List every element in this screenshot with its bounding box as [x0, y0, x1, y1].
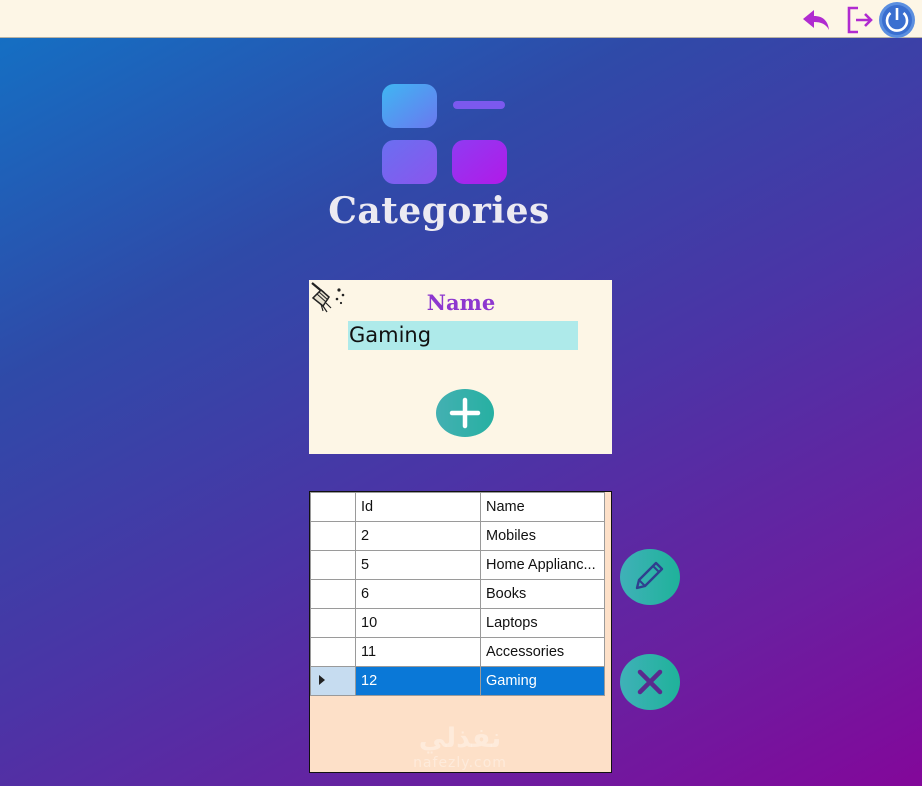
cell-id[interactable]: 12 — [355, 666, 481, 696]
row-header[interactable] — [310, 608, 356, 638]
table-row[interactable]: 5 Home Applianc... — [310, 550, 605, 580]
logout-icon[interactable] — [844, 4, 876, 36]
name-label: Name — [426, 290, 496, 315]
cell-name[interactable]: Gaming — [480, 666, 605, 696]
row-header-corner[interactable] — [310, 492, 356, 522]
row-header[interactable] — [310, 637, 356, 667]
table-row[interactable]: 11 Accessories — [310, 637, 605, 667]
top-toolbar — [0, 0, 922, 38]
add-category-button[interactable] — [436, 389, 494, 437]
row-header[interactable] — [310, 579, 356, 609]
table-header-row: Id Name — [310, 492, 605, 522]
watermark-latin: nafezly.com — [413, 755, 507, 771]
back-arrow-icon[interactable] — [800, 4, 832, 36]
category-form-panel: Name — [309, 280, 612, 454]
column-header-name[interactable]: Name — [480, 492, 605, 522]
watermark: نفذلي nafezly.com — [398, 724, 522, 772]
edit-category-button[interactable] — [620, 549, 680, 605]
cell-name[interactable]: Home Applianc... — [480, 550, 605, 580]
table-row[interactable]: 6 Books — [310, 579, 605, 609]
row-header[interactable] — [310, 666, 356, 696]
table-row-selected[interactable]: 12 Gaming — [310, 666, 605, 696]
categories-grid-icon — [382, 84, 507, 184]
plus-icon — [449, 397, 481, 429]
categories-data-grid: Id Name 2 Mobiles 5 Home Applianc... 6 B… — [310, 492, 605, 696]
watermark-arabic: نفذلي — [418, 723, 502, 754]
cell-id[interactable]: 10 — [355, 608, 481, 638]
table-row[interactable]: 10 Laptops — [310, 608, 605, 638]
app-window: Categories Name Id Name — [0, 0, 922, 786]
close-icon — [637, 669, 663, 695]
category-name-input[interactable] — [348, 321, 578, 350]
page-title: Categories — [328, 190, 550, 232]
delete-category-button[interactable] — [620, 654, 680, 710]
cell-id[interactable]: 2 — [355, 521, 481, 551]
cell-id[interactable]: 5 — [355, 550, 481, 580]
cell-name[interactable]: Laptops — [480, 608, 605, 638]
power-icon[interactable] — [878, 1, 916, 39]
cell-name[interactable]: Mobiles — [480, 521, 605, 551]
cell-name[interactable]: Accessories — [480, 637, 605, 667]
current-row-caret-icon — [319, 675, 325, 685]
row-header[interactable] — [310, 521, 356, 551]
row-header[interactable] — [310, 550, 356, 580]
cell-id[interactable]: 6 — [355, 579, 481, 609]
pencil-icon — [635, 561, 664, 590]
column-header-id[interactable]: Id — [355, 492, 481, 522]
cell-id[interactable]: 11 — [355, 637, 481, 667]
table-row[interactable]: 2 Mobiles — [310, 521, 605, 551]
cell-name[interactable]: Books — [480, 579, 605, 609]
broom-icon[interactable] — [309, 280, 349, 316]
